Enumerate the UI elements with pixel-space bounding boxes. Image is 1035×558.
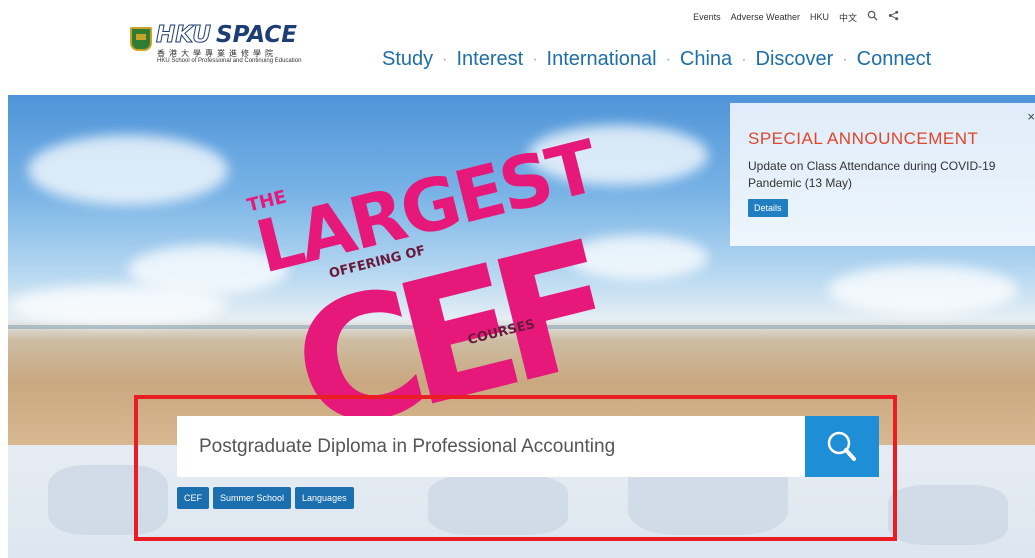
quick-tags: CEF Summer School Languages xyxy=(177,487,354,509)
hero-cloud xyxy=(828,265,1018,315)
search-icon[interactable] xyxy=(867,10,878,24)
nav-connect[interactable]: Connect xyxy=(857,48,932,71)
special-announcement-panel: SPECIAL ANNOUNCEMENT Update on Class Att… xyxy=(730,103,1035,246)
announcement-text[interactable]: Update on Class Attendance during COVID-… xyxy=(748,158,1033,192)
util-link-events[interactable]: Events xyxy=(693,12,721,22)
hero-cloud xyxy=(28,135,228,205)
course-search xyxy=(177,416,879,477)
search-button[interactable] xyxy=(805,416,879,477)
tag-summer-school[interactable]: Summer School xyxy=(213,487,292,509)
nav-study[interactable]: Study xyxy=(382,48,433,71)
nav-interest[interactable]: Interest xyxy=(456,48,523,71)
hero-cloud xyxy=(8,285,228,325)
map-shape xyxy=(48,465,168,535)
hero-cloud xyxy=(568,235,708,280)
announcement-details-button[interactable]: Details xyxy=(748,199,788,217)
nav-china[interactable]: China xyxy=(680,48,732,71)
hku-space-logo[interactable]: HKU SPACE 香港大學專業進修學院 HKU School of Profe… xyxy=(130,22,315,64)
util-link-adverse-weather[interactable]: Adverse Weather xyxy=(731,12,800,22)
nav-separator: · xyxy=(741,50,747,68)
announcement-title: SPECIAL ANNOUNCEMENT xyxy=(748,129,979,148)
hku-crest-icon xyxy=(130,27,152,51)
utility-nav: Events Adverse Weather HKU 中文 xyxy=(693,10,899,24)
nav-separator: · xyxy=(665,50,671,68)
nav-international[interactable]: International xyxy=(547,48,657,71)
util-link-chinese[interactable]: 中文 xyxy=(839,11,857,24)
util-link-hku[interactable]: HKU xyxy=(810,12,829,22)
map-shape xyxy=(428,475,568,535)
site-header: HKU SPACE 香港大學專業進修學院 HKU School of Profe… xyxy=(0,0,1035,95)
course-search-input[interactable] xyxy=(177,416,805,477)
search-icon xyxy=(827,431,856,461)
nav-discover[interactable]: Discover xyxy=(756,48,834,71)
cef-banner-graphic: LARGEST THE CEF OFFERING OF COURSES xyxy=(223,105,617,445)
map-shape xyxy=(888,485,1008,545)
nav-separator: · xyxy=(842,50,848,68)
close-icon[interactable]: × xyxy=(1027,109,1035,124)
logo-english-name: HKU School of Professional and Continuin… xyxy=(157,58,302,64)
share-icon[interactable] xyxy=(888,10,899,24)
logo-name-space: SPACE xyxy=(216,22,297,48)
nav-separator: · xyxy=(532,50,538,68)
logo-name-hku: HKU xyxy=(156,22,212,49)
main-nav: Study · Interest · International · China… xyxy=(382,48,931,71)
tag-cef[interactable]: CEF xyxy=(177,487,209,509)
tag-languages[interactable]: Languages xyxy=(295,487,354,509)
nav-separator: · xyxy=(442,50,448,68)
